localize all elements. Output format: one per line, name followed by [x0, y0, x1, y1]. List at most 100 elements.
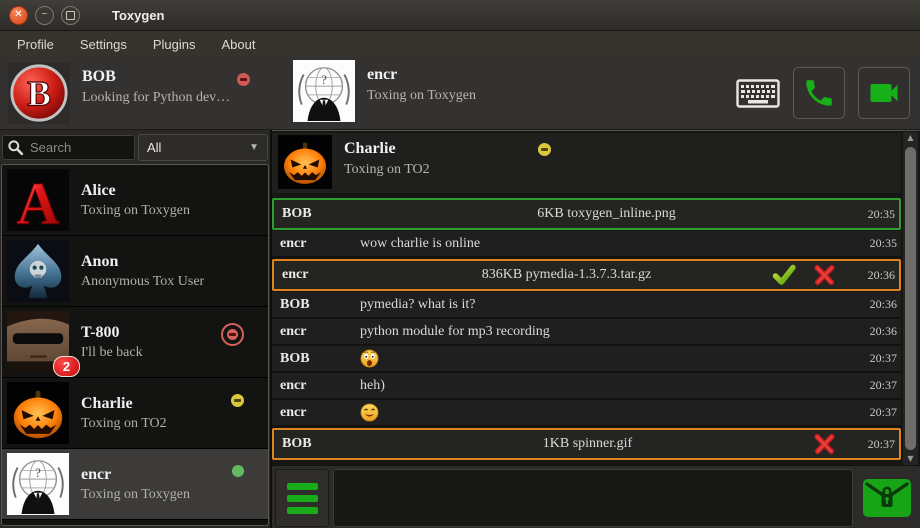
chat-menu-button[interactable] — [275, 469, 329, 527]
contact-avatar: A — [7, 169, 69, 231]
message-time: 20:35 — [853, 236, 897, 251]
message-sender: encr — [280, 324, 360, 340]
away-status-icon — [538, 143, 551, 156]
accept-transfer-button[interactable] — [771, 263, 797, 287]
cancel-transfer-button[interactable] — [813, 264, 835, 286]
scrollbar[interactable]: ▲ ▼ — [903, 132, 918, 465]
audio-call-button[interactable] — [793, 67, 845, 119]
main-body: All ▼ A Alice Toxing on Toxygen Anon Ano… — [0, 130, 920, 528]
message-sender: encr — [282, 267, 362, 283]
cancel-transfer-button[interactable] — [813, 433, 835, 455]
self-busy-status-icon — [237, 73, 250, 86]
contact-status-message: Toxing on Toxygen — [81, 203, 190, 219]
maximize-icon[interactable] — [61, 6, 80, 25]
search-row: All ▼ — [0, 130, 270, 164]
shocked-emoji — [360, 349, 379, 368]
contact-avatar: ? — [7, 453, 69, 515]
contact-item-t-800[interactable]: T-800 I'll be back 2 — [2, 307, 268, 378]
contact-status-message: I'll be back — [81, 345, 143, 361]
self-status-message: Looking for Python dev… — [82, 90, 230, 106]
hamburger-menu-icon — [287, 483, 318, 490]
contact-item-encr[interactable]: ? encr Toxing on Toxygen — [2, 449, 268, 520]
file-name: 1KB spinner.gif — [362, 436, 813, 452]
menubar: ProfileSettingsPluginsAbout — [0, 31, 920, 57]
filter-value: All — [147, 140, 161, 155]
message-time: 20:36 — [853, 324, 897, 339]
contact-name: Charlie — [81, 395, 167, 413]
message-time: 20:35 — [851, 207, 895, 222]
encrypted-send-icon — [863, 478, 911, 518]
message-time: 20:37 — [853, 378, 897, 393]
message-time: 20:37 — [851, 437, 895, 452]
message-row: BOB pymedia? what is it? 20:36 — [272, 292, 901, 319]
contact-item-charlie[interactable]: Charlie Toxing on TO2 — [2, 378, 268, 449]
peer-avatar — [278, 135, 332, 189]
busy-ring-status-icon — [221, 323, 244, 346]
message-time: 20:37 — [853, 405, 897, 420]
contact-status-message: Toxing on TO2 — [81, 416, 167, 432]
message-area: Charlie Toxing on TO2 BOB 6KB toxygen_in… — [272, 130, 920, 465]
toxygen-window: ✕ − Toxygen ProfileSettingsPluginsAbout … — [0, 0, 920, 528]
message-sender: BOB — [282, 436, 362, 452]
menu-item-about[interactable]: About — [208, 33, 268, 56]
message-row: encr wow charlie is online 20:35 — [272, 231, 901, 258]
peer-name: Charlie — [344, 140, 396, 158]
message-sender: BOB — [280, 351, 360, 367]
friend-avatar: ? — [293, 60, 355, 122]
conversation-header: ? encr Toxing on Toxygen — [278, 57, 476, 129]
message-time: 20:37 — [853, 351, 897, 366]
contact-status-message: Toxing on Toxygen — [81, 487, 190, 503]
close-icon[interactable]: ✕ — [9, 6, 28, 25]
away-status-icon — [231, 394, 244, 407]
search-icon — [7, 139, 24, 156]
svg-text:B: B — [27, 74, 51, 114]
scrollbar-thumb[interactable] — [905, 147, 916, 450]
chevron-down-icon: ▼ — [249, 142, 259, 153]
message-row: BOB 20:37 — [272, 346, 901, 373]
scroll-up-icon[interactable]: ▲ — [907, 134, 913, 142]
file-transfer-row: BOB 1KB spinner.gif 20:37 — [272, 428, 901, 460]
file-transfer-row: BOB 6KB toxygen_inline.png 20:35 — [272, 198, 901, 230]
svg-text:A: A — [16, 169, 59, 231]
cancel-transfer-icon — [813, 264, 835, 286]
menu-item-profile[interactable]: Profile — [4, 33, 67, 56]
window-controls: ✕ − — [0, 6, 80, 25]
screen-keyboard-button[interactable] — [736, 78, 780, 108]
titlebar[interactable]: ✕ − Toxygen — [0, 0, 920, 31]
scroll-down-icon[interactable]: ▼ — [907, 455, 913, 463]
peer-contact-card[interactable]: Charlie Toxing on TO2 — [272, 133, 901, 193]
message-row: encr python module for mp3 recording 20:… — [272, 319, 901, 346]
contact-avatar — [7, 240, 69, 302]
friend-status-message: Toxing on Toxygen — [367, 88, 476, 104]
contact-list: A Alice Toxing on Toxygen Anon Anonymous… — [1, 164, 269, 526]
svg-text:?: ? — [35, 466, 41, 480]
phone-icon — [802, 76, 836, 110]
menu-item-settings[interactable]: Settings — [67, 33, 140, 56]
send-button[interactable] — [857, 469, 917, 527]
contact-item-anon[interactable]: Anon Anonymous Tox User — [2, 236, 268, 307]
self-profile[interactable]: B BOB Looking for Python dev… — [0, 57, 278, 129]
message-time: 20:36 — [851, 268, 895, 283]
header-actions — [736, 68, 910, 118]
menu-item-plugins[interactable]: Plugins — [140, 33, 209, 56]
video-call-button[interactable] — [858, 67, 910, 119]
message-input-bar — [272, 465, 920, 528]
message-text: heh) — [360, 378, 385, 394]
contact-name: T-800 — [81, 324, 143, 342]
busy-status-icon — [237, 73, 250, 86]
message-sender: encr — [280, 236, 360, 252]
sidebar: All ▼ A Alice Toxing on Toxygen Anon Ano… — [0, 130, 272, 528]
contact-filter-dropdown[interactable]: All ▼ — [138, 134, 268, 161]
window-title: Toxygen — [112, 8, 165, 23]
message-input[interactable] — [333, 469, 853, 527]
cancel-transfer-icon — [813, 433, 835, 455]
smile-emoji — [360, 403, 379, 422]
contact-avatar — [7, 382, 69, 444]
contact-item-alice[interactable]: A Alice Toxing on Toxygen — [2, 165, 268, 236]
self-avatar: B — [8, 62, 70, 124]
file-name: 6KB toxygen_inline.png — [362, 206, 851, 222]
message-text: pymedia? what is it? — [360, 297, 475, 313]
file-name: 836KB pymedia-1.3.7.3.tar.gz — [362, 267, 771, 283]
peer-status-message: Toxing on TO2 — [344, 162, 551, 178]
minimize-icon[interactable]: − — [35, 6, 54, 25]
